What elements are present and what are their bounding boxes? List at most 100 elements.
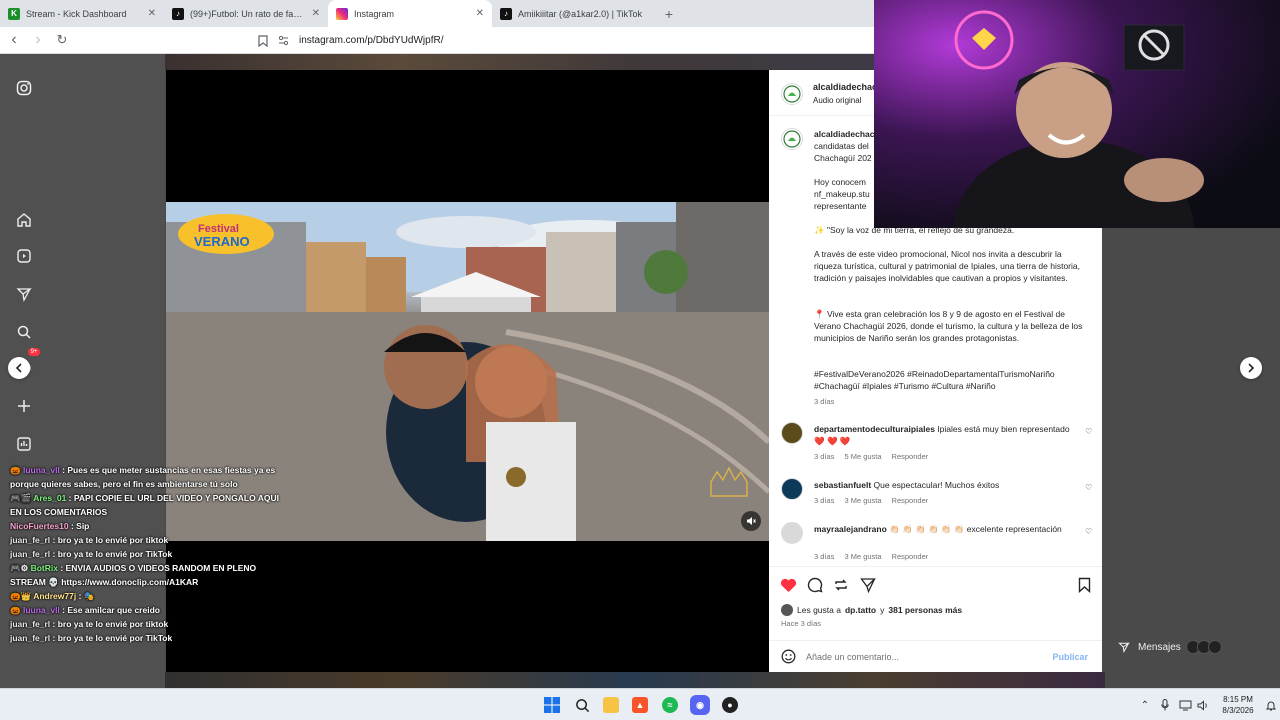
comment: mayraalejandrano 👏🏻 👏🏻 👏🏻 👏🏻 👏🏻 👏🏻 excel…: [814, 523, 1079, 535]
network-icon[interactable]: [1178, 698, 1192, 712]
chat-text: : bro ya te lo envié por tiktok: [50, 619, 169, 629]
new-tab-button[interactable]: +: [656, 0, 682, 27]
comment-bubble-icon[interactable]: [806, 576, 824, 594]
chat-username: BotRix: [30, 563, 58, 573]
comment-author[interactable]: departamentodeculturaipiales: [814, 424, 935, 434]
messages-icon[interactable]: [14, 284, 34, 304]
tab-title: Stream - Kick Dashboard: [26, 8, 127, 19]
chat-message: 🎃👑 Andrew77j : 🎭: [10, 589, 280, 603]
browser-tab[interactable]: K Stream - Kick Dashboard ✕: [0, 0, 164, 27]
reply-button[interactable]: Responder: [892, 452, 929, 461]
comment-author[interactable]: mayraalejandrano: [814, 524, 887, 534]
next-post-button[interactable]: [1240, 357, 1262, 379]
share-icon[interactable]: [859, 576, 877, 594]
site-info-icon[interactable]: [278, 35, 289, 46]
previous-post-button[interactable]: [8, 357, 30, 379]
liker-avatar: [781, 604, 793, 616]
close-tab-icon[interactable]: ✕: [476, 8, 484, 19]
dashboard-icon[interactable]: [14, 434, 34, 454]
like-comment-icon[interactable]: ♡: [1085, 483, 1092, 492]
comment: departamentodeculturaipiales Ipiales est…: [814, 423, 1079, 447]
comment-likes[interactable]: 5 Me gusta: [844, 452, 881, 461]
emoji-icon[interactable]: [780, 649, 796, 665]
home-icon[interactable]: [14, 210, 34, 230]
comment-meta: 3 días 3 Me gusta Responder: [814, 552, 938, 561]
comment-age: 3 días: [814, 452, 835, 461]
screen: K Stream - Kick Dashboard ✕ ♪ (99+)Futbo…: [0, 0, 1280, 720]
likes-count[interactable]: 381 personas más: [888, 605, 962, 615]
notification-bell-icon[interactable]: [1264, 698, 1278, 712]
avatar[interactable]: [781, 83, 803, 105]
reels-icon[interactable]: [14, 246, 34, 266]
reply-button[interactable]: Responder: [892, 552, 929, 561]
browser-tab[interactable]: ♪ (99+)Futbol: Un rato de facha - mom ✕: [164, 0, 328, 27]
discord-icon[interactable]: ◉: [690, 695, 710, 715]
post-audio-label[interactable]: Audio original: [813, 96, 861, 105]
likes-summary[interactable]: Les gusta a dp.tatto y 381 personas más: [781, 604, 962, 616]
comment-input[interactable]: Añade un comentario...: [806, 652, 1052, 662]
reload-button[interactable]: ↻: [52, 30, 72, 50]
volume-icon[interactable]: [1196, 698, 1210, 712]
address-bar[interactable]: instagram.com/p/DbdYUdWjpfR/: [258, 31, 858, 50]
obs-icon[interactable]: ●: [722, 697, 738, 713]
likes-mid: y: [880, 605, 885, 615]
caption-hashtags[interactable]: #FestivalDeVerano2026 #ReinadoDepartamen…: [814, 368, 1089, 392]
avatar[interactable]: [781, 128, 803, 150]
reply-button[interactable]: Responder: [892, 496, 929, 505]
webcam-overlay: [874, 0, 1280, 228]
like-comment-icon[interactable]: ♡: [1085, 427, 1092, 436]
caption-author[interactable]: alcaldiadechac: [814, 129, 874, 139]
url-text[interactable]: instagram.com/p/DbdYUdWjpfR/: [299, 35, 444, 46]
post-age: Hace 3 días: [781, 619, 822, 628]
comment-text: Que espectacular! Muchos éxitos: [873, 480, 1000, 490]
likes-user[interactable]: dp.tatto: [845, 605, 876, 615]
spotify-icon[interactable]: ≈: [662, 697, 678, 713]
browser-tab-active[interactable]: Instagram ✕: [328, 0, 492, 27]
browser-tab[interactable]: ♪ Amiikiiitar (@a1kar2.0) | TikTok: [492, 0, 656, 27]
messages-icon: [1118, 642, 1130, 653]
forward-button[interactable]: ›: [28, 30, 48, 50]
comment-meta: 3 días 5 Me gusta Responder: [814, 452, 938, 461]
avatar[interactable]: [781, 522, 803, 544]
tab-title: Instagram: [354, 8, 395, 19]
bookmark-icon[interactable]: [258, 34, 268, 47]
avatar[interactable]: [781, 478, 803, 500]
file-explorer-icon[interactable]: [603, 697, 619, 713]
chat-username: luuna_vll: [22, 465, 60, 475]
back-button[interactable]: ‹: [4, 30, 24, 50]
create-icon[interactable]: [14, 396, 34, 416]
chat-text: : Sip: [68, 521, 90, 531]
tray-overflow-chevron-icon[interactable]: ⌃: [1138, 698, 1152, 712]
comment: sebastianfuelt Que espectacular! Muchos …: [814, 479, 1079, 491]
avatar[interactable]: [781, 422, 803, 444]
chat-text: : 🎭: [76, 591, 95, 601]
repost-icon[interactable]: [832, 576, 850, 594]
chat-message: 🎃 luuna_vll : Ese amilcar que creido: [10, 603, 280, 617]
system-clock[interactable]: 8:15 PM 8/3/2026: [1214, 694, 1262, 716]
notification-badge: 9+: [28, 348, 40, 356]
chat-badge-icon: 🎃👑: [10, 591, 34, 601]
comment-likes[interactable]: 3 Me gusta: [844, 552, 881, 561]
messages-button[interactable]: Mensajes: [1104, 630, 1246, 664]
close-tab-icon[interactable]: ✕: [312, 8, 320, 19]
publish-button[interactable]: Publicar: [1052, 652, 1088, 662]
instagram-logo-icon[interactable]: [14, 78, 34, 98]
save-bookmark-icon[interactable]: [1075, 576, 1093, 594]
search-icon[interactable]: [574, 697, 590, 713]
search-icon[interactable]: [14, 322, 34, 342]
post-author-username[interactable]: alcaldiadechac: [813, 82, 877, 92]
brave-browser-icon[interactable]: ▲: [632, 697, 648, 713]
microphone-icon[interactable]: [1158, 698, 1172, 712]
like-comment-icon[interactable]: ♡: [1085, 527, 1092, 536]
tab-title: (99+)Futbol: Un rato de facha - mom: [190, 8, 306, 19]
clock-date: 8/3/2026: [1222, 706, 1254, 715]
mute-toggle-icon[interactable]: [741, 511, 761, 531]
comment-meta: 3 días 3 Me gusta Responder: [814, 496, 938, 505]
windows-start-icon[interactable]: [544, 697, 560, 713]
like-heart-icon[interactable]: [779, 576, 797, 594]
close-tab-icon[interactable]: ✕: [148, 8, 156, 19]
comment-likes[interactable]: 3 Me gusta: [844, 496, 881, 505]
kick-favicon-icon: K: [8, 7, 20, 20]
comment-author[interactable]: sebastianfuelt: [814, 480, 871, 490]
message-avatars: [1185, 640, 1222, 654]
